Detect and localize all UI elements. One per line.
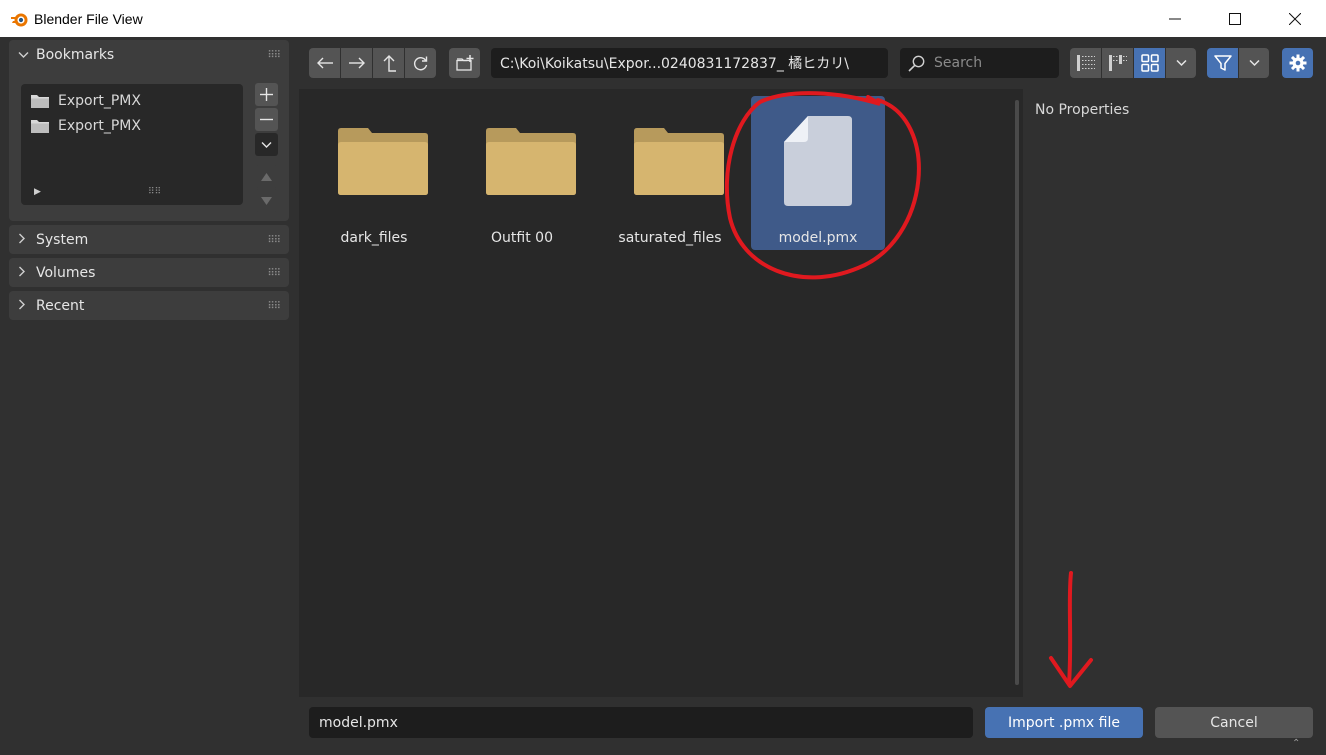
- display-options-chevron-icon: [1175, 59, 1187, 67]
- folder-icon: [486, 128, 576, 195]
- file-document-icon: [784, 116, 852, 206]
- file-action-bar: model.pmx Import .pmx file Cancel ⌃: [299, 697, 1326, 755]
- file-tile-folder[interactable]: saturated_files: [603, 96, 737, 250]
- file-tile-label: Outfit 00: [491, 230, 553, 246]
- window-titlebar: Blender File View: [0, 0, 1326, 37]
- volumes-label: Volumes: [36, 265, 96, 281]
- no-properties-text: No Properties: [1035, 102, 1130, 118]
- maximize-button[interactable]: [1206, 0, 1264, 37]
- system-section[interactable]: System ⠿⠿: [9, 225, 289, 254]
- remove-bookmark-button[interactable]: [255, 108, 278, 131]
- system-header[interactable]: System ⠿⠿: [9, 225, 289, 255]
- filename-field[interactable]: model.pmx: [309, 707, 973, 738]
- file-tile-label: model.pmx: [778, 230, 858, 246]
- drag-grip-icon[interactable]: ⠿⠿: [267, 268, 281, 279]
- refresh-icon: [413, 56, 428, 70]
- file-browser-toolbar: C:\Koi\Koikatsu\Expor...0240831172837_ 橘…: [299, 37, 1326, 89]
- minimize-icon: [1169, 18, 1181, 19]
- minimize-button[interactable]: [1146, 0, 1204, 37]
- forward-arrow-icon: [348, 57, 365, 69]
- bookmark-item[interactable]: Export_PMX: [21, 88, 243, 113]
- back-arrow-icon: [316, 57, 333, 69]
- vertical-list-icon: [1076, 55, 1095, 71]
- drag-grip-icon[interactable]: ⠿⠿: [267, 235, 281, 246]
- resize-corner-icon[interactable]: ⌃: [1292, 738, 1300, 749]
- filter-icon: [1213, 55, 1232, 71]
- add-bookmark-button[interactable]: [255, 83, 278, 106]
- vertical-scrollbar[interactable]: [1015, 100, 1019, 685]
- triangle-down-icon: [261, 196, 272, 205]
- vertical-list-display-button[interactable]: [1070, 48, 1101, 78]
- search-icon: [908, 55, 925, 72]
- bookmarks-header[interactable]: Bookmarks ⠿⠿: [9, 40, 289, 70]
- filter-options-chevron-icon: [1248, 59, 1260, 67]
- triangle-up-icon: [261, 172, 272, 181]
- maximize-icon: [1229, 12, 1241, 25]
- volumes-header[interactable]: Volumes ⠿⠿: [9, 258, 289, 288]
- new-folder-icon: [455, 55, 473, 71]
- bookmark-menu-button[interactable]: [255, 133, 278, 156]
- plus-icon: [260, 88, 273, 101]
- search-placeholder: Search: [934, 55, 983, 71]
- folder-icon: [31, 94, 49, 108]
- drag-grip-icon[interactable]: ⠿⠿: [267, 301, 281, 312]
- drag-grip-icon[interactable]: ⠿⠿: [267, 50, 281, 61]
- minus-icon: [260, 118, 273, 121]
- file-browser-area: dark_files Outfit 00 saturated_files mod…: [299, 89, 1023, 697]
- thumbnails-icon: [1140, 54, 1159, 72]
- close-window-button[interactable]: [1266, 0, 1324, 37]
- bookmark-item[interactable]: Export_PMX: [21, 113, 243, 138]
- folder-icon: [31, 119, 49, 133]
- close-icon: [1289, 12, 1301, 25]
- folder-icon: [634, 128, 724, 195]
- settings-button[interactable]: [1282, 48, 1313, 78]
- bookmarks-label: Bookmarks: [36, 47, 115, 63]
- parent-directory-button[interactable]: [373, 48, 404, 78]
- new-folder-button[interactable]: [449, 48, 480, 78]
- import-pmx-button[interactable]: Import .pmx file: [985, 707, 1143, 738]
- back-button[interactable]: [309, 48, 340, 78]
- chevron-right-icon: [18, 233, 30, 248]
- file-tile-folder[interactable]: dark_files: [307, 96, 441, 250]
- sidebar-panel: Bookmarks ⠿⠿ Export_PMX Export_PMX ▶ ⠿⠿: [0, 37, 299, 755]
- horizontal-list-display-button[interactable]: [1102, 48, 1133, 78]
- display-options-button[interactable]: [1166, 48, 1196, 78]
- directory-path-field[interactable]: C:\Koi\Koikatsu\Expor...0240831172837_ 橘…: [491, 48, 888, 78]
- system-label: System: [36, 232, 89, 248]
- recent-section[interactable]: Recent ⠿⠿: [9, 291, 289, 320]
- settings-gear-icon: [1289, 54, 1306, 72]
- bookmarks-section: Bookmarks ⠿⠿ Export_PMX Export_PMX ▶ ⠿⠿: [9, 40, 289, 221]
- refresh-button[interactable]: [405, 48, 436, 78]
- chevron-down-icon: [261, 141, 272, 148]
- chevron-down-icon: [18, 48, 30, 63]
- move-bookmark-down-button[interactable]: [255, 189, 278, 212]
- chevron-right-icon: [18, 299, 30, 314]
- expand-triangle-icon[interactable]: ▶: [34, 187, 41, 197]
- move-bookmark-up-button[interactable]: [255, 165, 278, 188]
- recent-header[interactable]: Recent ⠿⠿: [9, 291, 289, 321]
- filter-toggle-button[interactable]: [1207, 48, 1238, 78]
- forward-button[interactable]: [341, 48, 372, 78]
- search-field[interactable]: Search: [900, 48, 1059, 78]
- blender-logo-icon: [11, 13, 28, 26]
- list-resize-grip-icon[interactable]: ⠿⠿: [148, 187, 161, 197]
- file-tile-label: dark_files: [340, 230, 408, 246]
- parent-directory-icon: [383, 54, 396, 72]
- folder-icon: [338, 128, 428, 195]
- properties-panel: No Properties: [1023, 89, 1326, 697]
- recent-label: Recent: [36, 298, 85, 314]
- window-title: Blender File View: [34, 10, 143, 27]
- file-tile-folder[interactable]: Outfit 00: [455, 96, 589, 250]
- bookmark-label: Export_PMX: [58, 92, 141, 109]
- filter-options-button[interactable]: [1239, 48, 1269, 78]
- horizontal-list-icon: [1108, 55, 1127, 71]
- file-tile-label: saturated_files: [618, 230, 722, 246]
- chevron-right-icon: [18, 266, 30, 281]
- bookmark-label: Export_PMX: [58, 117, 141, 134]
- bookmarks-list: Export_PMX Export_PMX ▶ ⠿⠿: [21, 84, 243, 205]
- thumbnails-display-button[interactable]: [1134, 48, 1165, 78]
- cancel-button[interactable]: Cancel: [1155, 707, 1313, 738]
- volumes-section[interactable]: Volumes ⠿⠿: [9, 258, 289, 287]
- file-tile-selected[interactable]: model.pmx: [751, 96, 885, 250]
